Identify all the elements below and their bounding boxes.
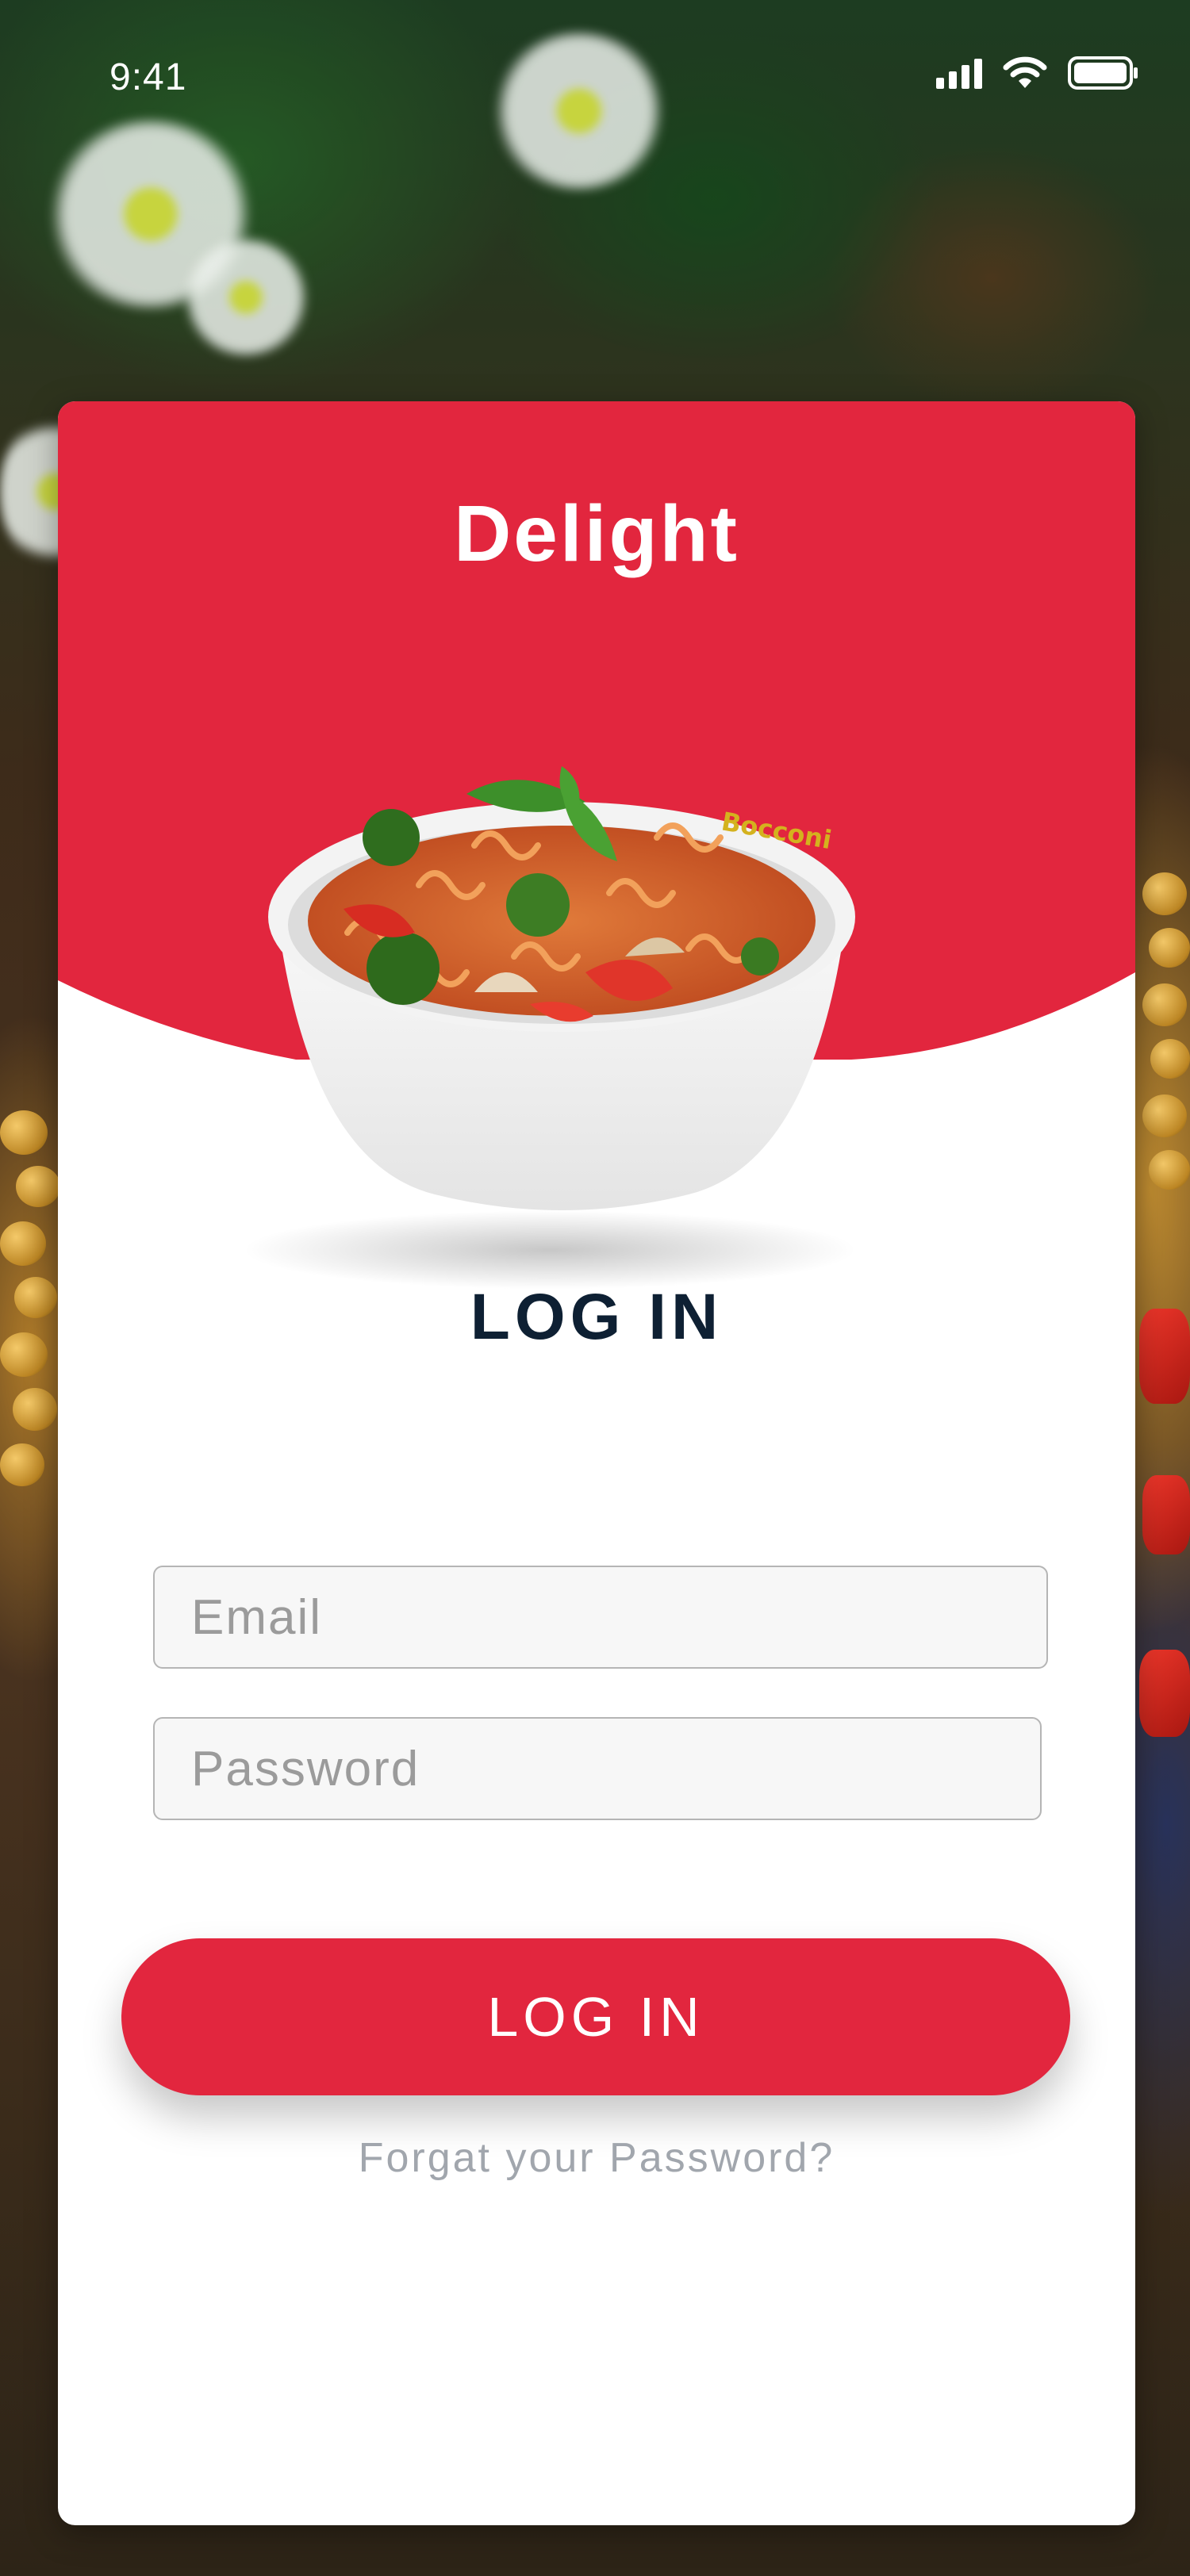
status-icons: [936, 56, 1139, 90]
login-heading: LOG IN: [470, 1281, 724, 1353]
wifi-icon: [1003, 56, 1047, 88]
forgot-password-link[interactable]: Forgat your Password?: [58, 2134, 1135, 2182]
password-field[interactable]: [153, 1717, 1042, 1820]
status-time: 9:41: [109, 56, 187, 98]
status-bar: 9:41: [0, 0, 1190, 151]
email-field[interactable]: [153, 1566, 1048, 1669]
login-card: Delight Bocconi LOG IN Email LOG IN Forg…: [58, 401, 1135, 2525]
battery-icon: [1068, 56, 1138, 90]
app-title: Delight: [454, 489, 739, 578]
login-button[interactable]: LOG IN: [121, 1938, 1070, 2095]
signal-icon: [936, 57, 982, 89]
